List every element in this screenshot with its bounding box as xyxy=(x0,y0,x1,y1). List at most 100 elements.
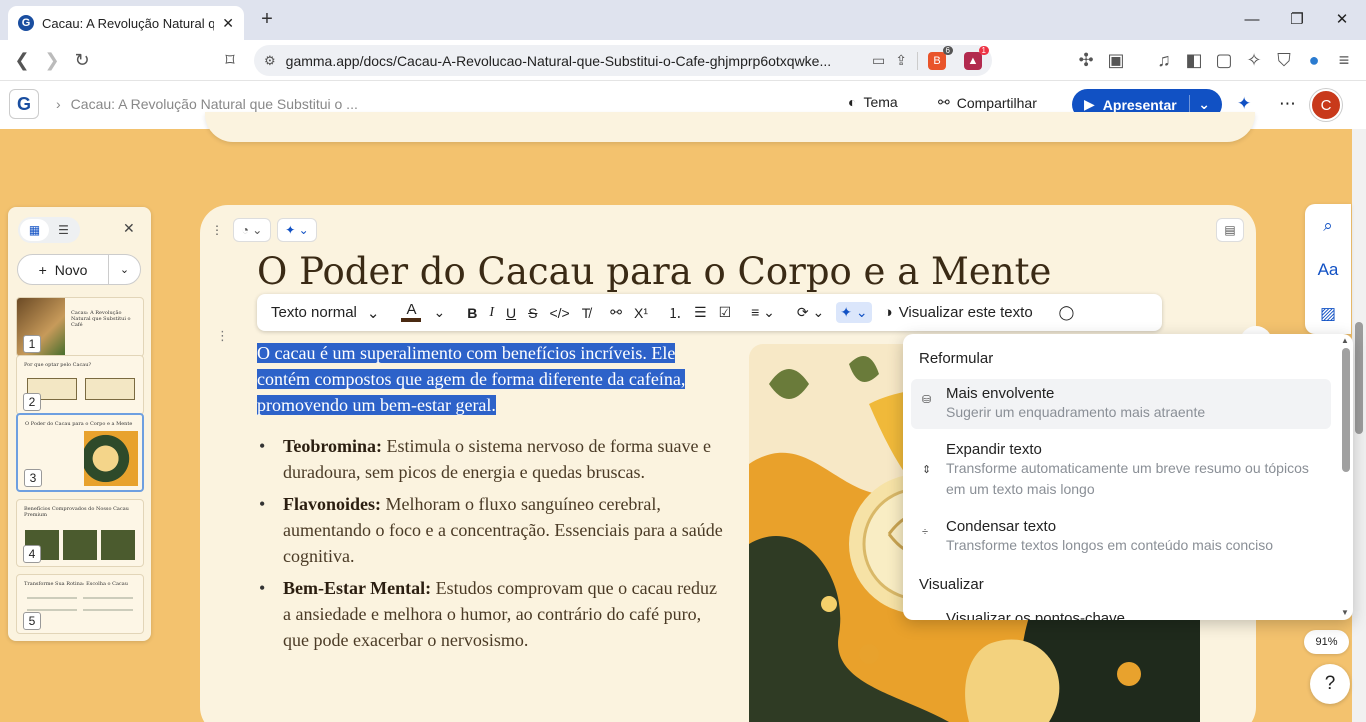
wallet-icon[interactable]: ▢ xyxy=(1212,48,1236,72)
ai-sparkle-icon[interactable]: ✦ xyxy=(1237,94,1251,114)
underline-icon[interactable]: U xyxy=(506,305,516,321)
card-notes-icon[interactable]: ▤ xyxy=(1216,218,1244,242)
avatar[interactable]: C xyxy=(1310,89,1342,121)
new-tab-button[interactable]: + xyxy=(256,9,278,31)
slide-thumbnail-4[interactable]: Benefícios Comprovados do Nosso Cacau Pr… xyxy=(16,499,144,567)
minimize-button[interactable]: — xyxy=(1240,8,1264,32)
align-icon[interactable]: ≡ ⌄ xyxy=(751,304,775,321)
sidebar-toggle-icon[interactable]: ◧ xyxy=(1182,48,1206,72)
slide-thumbnail-5[interactable]: Transforme Sua Rotina: Escolha o Cacau 5 xyxy=(16,574,144,634)
link-icon[interactable]: ⚯ xyxy=(610,304,622,321)
scroll-down-icon[interactable]: ▼ xyxy=(1341,608,1349,617)
list-item[interactable]: Bem-Estar Mental: Estudos comprovam que … xyxy=(257,575,727,653)
leo-ai-icon[interactable]: ✧ xyxy=(1242,48,1266,72)
thumbnail-view-icon[interactable]: ▦ xyxy=(20,219,49,241)
visualize-text-button[interactable]: ◑ Visualizar este texto xyxy=(884,304,1033,321)
slide-thumbnail-1[interactable]: Cacau: A Revolução Natural que Substitui… xyxy=(16,297,144,357)
convert-icon[interactable]: ⟳ ⌄ xyxy=(797,304,824,321)
bold-icon[interactable]: B xyxy=(467,305,477,321)
restore-button[interactable]: ❐ xyxy=(1285,8,1309,32)
menu-item-visualize-key-points[interactable]: Visualizar os pontos-chave xyxy=(911,604,1331,620)
italic-icon[interactable]: I xyxy=(489,305,494,321)
menu-item-more-engaging[interactable]: ⛁ Mais envolvente Sugerir um enquadramen… xyxy=(911,379,1331,429)
condense-icon: ÷ xyxy=(922,526,929,538)
reload-icon[interactable]: ↻ xyxy=(70,48,94,72)
menu-item-title: Condensar texto xyxy=(946,518,1057,535)
selected-paragraph[interactable]: O cacau é um superalimento com benefício… xyxy=(257,340,727,418)
bullet-label: Teobromina: xyxy=(283,436,383,456)
code-icon[interactable]: </> xyxy=(549,305,569,321)
share-button[interactable]: ⚯ Compartilhar xyxy=(938,94,1037,111)
rewards-icon[interactable]: ▲ 1 xyxy=(964,45,989,70)
media-icon[interactable]: ♫ xyxy=(1152,48,1176,72)
chevron-down-icon[interactable]: ⌄ xyxy=(108,255,140,284)
text-styles-icon[interactable]: Aa xyxy=(1316,258,1340,282)
forward-icon[interactable]: ❯ xyxy=(40,48,64,72)
slide-number: 1 xyxy=(23,335,41,353)
menu-item-expand-text[interactable]: ⇕ Expandir texto Transforme automaticame… xyxy=(911,435,1331,506)
comment-icon[interactable]: ◯ xyxy=(1059,304,1075,321)
list-item[interactable]: Teobromina: Estimula o sistema nervoso d… xyxy=(257,433,727,485)
superscript-icon[interactable]: X¹ xyxy=(634,305,648,321)
link-icon: ⚯ xyxy=(938,94,950,110)
cast-icon[interactable]: ▭ xyxy=(872,52,885,69)
menu-item-condense-text[interactable]: ÷ Condensar texto Transforme textos long… xyxy=(911,512,1331,562)
menu-scrollbar-thumb[interactable] xyxy=(1342,348,1350,472)
section-visualizar: Visualizar xyxy=(919,576,984,593)
card-heading[interactable]: O Poder do Cacau para o Corpo e a Mente xyxy=(257,250,1051,293)
text-style-dropdown[interactable]: Texto normal ⌄ xyxy=(271,304,379,322)
menu-icon[interactable]: ≡ xyxy=(1332,48,1356,72)
page-scrollbar-thumb[interactable] xyxy=(1355,322,1363,434)
slide-title: O Poder do Cacau para o Corpo e a Mente xyxy=(25,421,133,427)
reader-icon[interactable]: ▣ xyxy=(1104,48,1128,72)
bookmark-icon[interactable]: ⌑ xyxy=(218,48,242,72)
site-info-icon[interactable]: ⚙ xyxy=(264,53,276,69)
list-item[interactable]: Flavonoides: Melhoram o fluxo sanguíneo … xyxy=(257,491,727,569)
slide-title: Transforme Sua Rotina: Escolha o Cacau xyxy=(24,581,128,587)
chevron-down-icon[interactable]: ⌄ xyxy=(433,304,445,321)
share-page-icon[interactable]: ⇪ xyxy=(895,52,907,69)
address-bar[interactable]: ⚙ gamma.app/docs/Cacau-A-Revolucao-Natur… xyxy=(254,45,992,76)
extensions-icon[interactable]: ✣ xyxy=(1074,48,1098,72)
visualize-icon: ◑ xyxy=(883,304,893,321)
engaging-icon: ⛁ xyxy=(922,394,932,406)
ai-edit-button[interactable]: ✦ ⌄ xyxy=(836,302,872,323)
help-button[interactable]: ? xyxy=(1310,664,1350,704)
image-icon[interactable]: ▨ xyxy=(1316,302,1340,326)
scroll-up-icon[interactable]: ▲ xyxy=(1341,336,1349,345)
bullet-list-icon[interactable]: ☰ xyxy=(694,304,707,321)
theme-button[interactable]: ◐ Tema xyxy=(848,94,898,110)
breadcrumb[interactable]: › Cacau: A Revolução Natural que Substitu… xyxy=(56,96,358,112)
numbered-list-icon[interactable]: ⒈ xyxy=(668,303,682,323)
card-ai-button[interactable]: ✦ ⌄ xyxy=(277,218,317,242)
zoom-level[interactable]: 91% xyxy=(1304,630,1349,654)
view-toggle[interactable]: ▦ ☰ xyxy=(18,217,80,243)
play-icon: ▶ xyxy=(1084,96,1095,112)
list-view-icon[interactable]: ☰ xyxy=(49,219,78,241)
card-style-button[interactable]: ◔ ⌄ xyxy=(233,218,271,242)
close-window-button[interactable]: ✕ xyxy=(1330,8,1354,32)
browser-tab[interactable]: G Cacau: A Revolução Natural que ✕ xyxy=(8,6,244,40)
bullet-list[interactable]: Teobromina: Estimula o sistema nervoso d… xyxy=(257,433,727,659)
more-options-icon[interactable]: ⋯ xyxy=(1279,94,1296,114)
slide-thumbnail-2[interactable]: Por que optar pelo Cacau? 2 xyxy=(16,355,144,415)
menu-item-desc: Transforme automaticamente um breve resu… xyxy=(946,460,1309,497)
search-icon[interactable]: ⌕ xyxy=(1316,214,1340,238)
profile-icon[interactable]: ● xyxy=(1302,48,1326,72)
vpn-icon[interactable]: ⛉ xyxy=(1272,48,1296,72)
slide-thumbnail-3[interactable]: O Poder do Cacau para o Corpo e a Mente … xyxy=(16,413,144,492)
close-sidebar-icon[interactable]: ✕ xyxy=(123,220,135,237)
share-label: Compartilhar xyxy=(956,94,1037,111)
strikethrough-icon[interactable]: S xyxy=(528,305,537,321)
checklist-icon[interactable]: ☑ xyxy=(719,304,732,321)
chevron-down-icon[interactable]: ⌄ xyxy=(1198,96,1210,113)
close-tab-icon[interactable]: ✕ xyxy=(222,15,234,32)
clear-format-icon[interactable]: T̸ xyxy=(582,305,591,321)
back-icon[interactable]: ❮ xyxy=(10,48,34,72)
gamma-logo[interactable]: G xyxy=(9,89,39,119)
block-drag-handle-icon[interactable]: ⋮ xyxy=(216,328,229,344)
text-color-button[interactable]: A xyxy=(401,302,422,322)
brave-shield-icon[interactable]: B6 xyxy=(928,45,953,70)
new-card-button[interactable]: + Novo ⌄ xyxy=(17,254,141,285)
card-drag-handle-icon[interactable]: ⋮ xyxy=(207,218,227,242)
